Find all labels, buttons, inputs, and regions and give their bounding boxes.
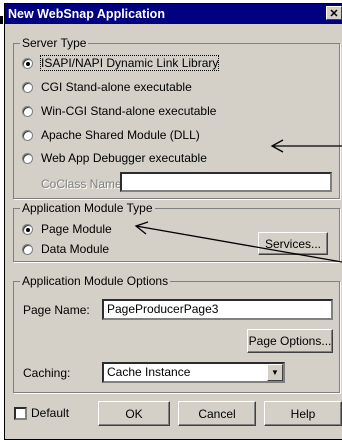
- radio-debugger-button[interactable]: [22, 152, 33, 164]
- close-button[interactable]: ✕: [326, 6, 342, 20]
- radio-page-module-label: Page Module: [41, 222, 112, 236]
- radio-debugger-label: Web App Debugger executable: [41, 151, 207, 165]
- screen-background: New WebSnap Application ✕ Server Type IS…: [0, 0, 342, 440]
- coclass-name-input[interactable]: [120, 172, 332, 192]
- chevron-down-icon[interactable]: ▼: [267, 364, 283, 381]
- new-websnap-dialog: New WebSnap Application ✕ Server Type IS…: [4, 3, 342, 440]
- help-button[interactable]: Help: [264, 401, 342, 426]
- radio-apache[interactable]: Apache Shared Module (DLL): [22, 128, 200, 142]
- module-type-legend: Application Module Type: [20, 201, 155, 216]
- radio-data-module-button[interactable]: [22, 243, 33, 255]
- page-name-label: Page Name:: [23, 303, 90, 317]
- radio-cgi[interactable]: CGI Stand-alone executable: [22, 80, 192, 94]
- default-label: Default: [31, 406, 70, 420]
- module-options-group: Application Module Options Page Name: Pa…: [13, 274, 340, 393]
- radio-wincgi-label: Win-CGI Stand-alone executable: [41, 104, 217, 118]
- radio-page-module[interactable]: Page Module: [22, 222, 112, 236]
- radio-isapi-button[interactable]: [22, 57, 33, 69]
- radio-cgi-button[interactable]: [22, 81, 33, 93]
- default-checkbox[interactable]: [14, 407, 27, 420]
- services-button[interactable]: Services...: [258, 232, 328, 255]
- edge-mark: [0, 16, 3, 24]
- ok-button[interactable]: OK: [98, 401, 170, 426]
- server-type-group: Server Type ISAPI/NAPI Dynamic Link Libr…: [13, 36, 340, 199]
- close-icon: ✕: [329, 7, 339, 20]
- title-bar[interactable]: New WebSnap Application ✕: [5, 4, 342, 24]
- radio-apache-label: Apache Shared Module (DLL): [41, 128, 200, 142]
- page-name-input[interactable]: PageProducerPage3: [102, 299, 333, 320]
- server-type-legend: Server Type: [20, 36, 89, 51]
- page-options-button[interactable]: Page Options...: [247, 329, 333, 353]
- caching-value: Cache Instance: [107, 365, 191, 379]
- radio-page-module-button[interactable]: [22, 223, 33, 235]
- coclass-name-label: CoClass Name:: [41, 177, 126, 191]
- radio-wincgi[interactable]: Win-CGI Stand-alone executable: [22, 104, 216, 118]
- radio-apache-button[interactable]: [22, 129, 33, 141]
- cancel-button[interactable]: Cancel: [178, 401, 256, 426]
- module-type-group: Application Module Type Page Module Data…: [13, 201, 340, 262]
- radio-cgi-label: CGI Stand-alone executable: [41, 80, 192, 94]
- radio-data-module-label: Data Module: [41, 242, 110, 256]
- caching-label: Caching:: [23, 366, 71, 380]
- caching-select[interactable]: Cache Instance ▼: [102, 362, 285, 383]
- radio-debugger[interactable]: Web App Debugger executable: [22, 151, 207, 165]
- radio-isapi[interactable]: ISAPI/NAPI Dynamic Link Library: [22, 55, 220, 71]
- radio-data-module[interactable]: Data Module: [22, 242, 109, 256]
- module-options-legend: Application Module Options: [20, 274, 171, 289]
- radio-isapi-label: ISAPI/NAPI Dynamic Link Library: [39, 55, 220, 71]
- window-title: New WebSnap Application: [8, 7, 165, 21]
- radio-wincgi-button[interactable]: [22, 105, 33, 117]
